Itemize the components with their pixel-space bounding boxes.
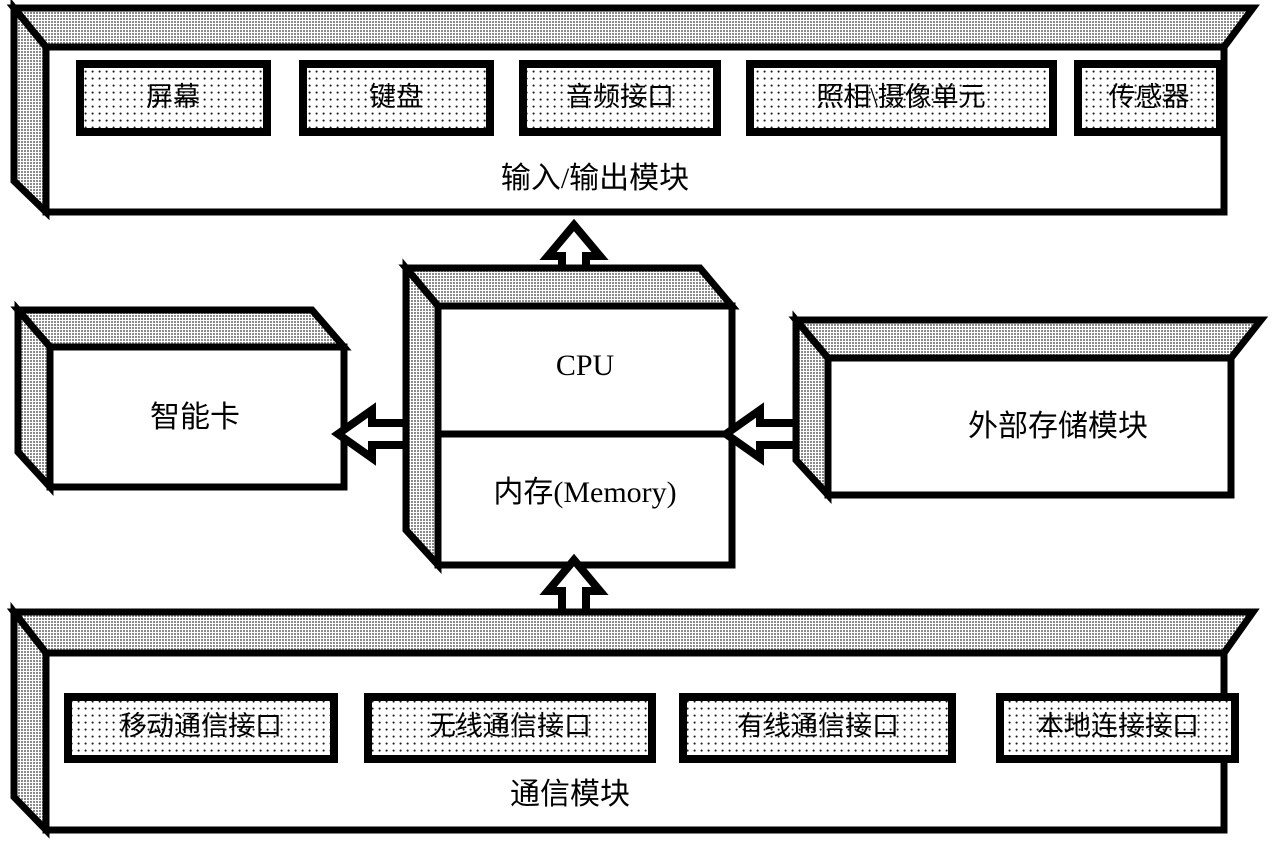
- comm-chip-wired-interface[interactable]: 有线通信接口: [679, 693, 956, 763]
- smartcard-module[interactable]: 智能卡: [10, 300, 352, 497]
- io-chip-camera-unit[interactable]: 照相\摄像单元: [746, 60, 1057, 136]
- comm-module-top-face: [6, 608, 1260, 657]
- storage-label: 外部存储模块: [968, 410, 1148, 443]
- io-module-top-face: [6, 4, 1260, 51]
- cpu-label: CPU: [556, 349, 615, 382]
- io-chip-audio-interface[interactable]: 音频接口: [519, 60, 721, 136]
- comm-module[interactable]: 移动通信接口 无线通信接口 有线通信接口 本地连接接口 通信模块: [6, 601, 1260, 839]
- comm-module-left-face: [10, 601, 50, 839]
- io-chip-keyboard[interactable]: 键盘: [299, 60, 494, 136]
- core-module[interactable]: CPU 内存(Memory): [398, 258, 740, 575]
- storage-top-face: [788, 316, 1269, 362]
- architecture-diagram: 屏幕 键盘 音频接口 照相\摄像单元 传感器 输入/输出模块 智能卡 CPU 内…: [6, 0, 1269, 839]
- comm-chip-local-connection-interface[interactable]: 本地连接接口: [996, 693, 1239, 763]
- storage-module[interactable]: 外部存储模块: [788, 310, 1269, 505]
- diagram-canvas: 屏幕 键盘 音频接口 照相\摄像单元 传感器 输入/输出模块 智能卡 CPU 内…: [0, 0, 1280, 842]
- io-chip-sensor-label: 传感器: [1109, 82, 1190, 112]
- comm-module-label: 通信模块: [510, 778, 630, 811]
- smartcard-left-face: [14, 300, 54, 497]
- comm-chip-wired-interface-label: 有线通信接口: [737, 711, 899, 741]
- io-chip-audio-interface-label: 音频接口: [566, 82, 674, 112]
- io-module[interactable]: 屏幕 键盘 音频接口 照相\摄像单元 传感器 输入/输出模块: [6, 0, 1260, 221]
- comm-chip-wireless-interface-label: 无线通信接口: [429, 711, 591, 741]
- core-left-face: [402, 258, 442, 575]
- smartcard-top-face: [10, 306, 352, 351]
- comm-chip-local-connection-interface-label: 本地连接接口: [1037, 711, 1199, 741]
- io-chip-keyboard-label: 键盘: [369, 82, 423, 112]
- smartcard-label: 智能卡: [150, 401, 240, 434]
- memory-label: 内存(Memory): [493, 476, 676, 509]
- comm-chip-mobile-interface[interactable]: 移动通信接口: [64, 693, 338, 763]
- io-module-left-face: [10, 0, 50, 221]
- comm-chip-wireless-interface[interactable]: 无线通信接口: [364, 693, 656, 763]
- io-chip-sensor[interactable]: 传感器: [1074, 60, 1224, 136]
- io-chip-screen-label: 屏幕: [146, 82, 200, 112]
- comm-chip-mobile-interface-label: 移动通信接口: [120, 711, 282, 741]
- io-chip-camera-unit-label: 照相\摄像单元: [816, 82, 986, 112]
- io-module-label: 输入/输出模块: [501, 162, 689, 195]
- io-chip-screen[interactable]: 屏幕: [76, 60, 271, 136]
- core-top-face: [398, 264, 740, 310]
